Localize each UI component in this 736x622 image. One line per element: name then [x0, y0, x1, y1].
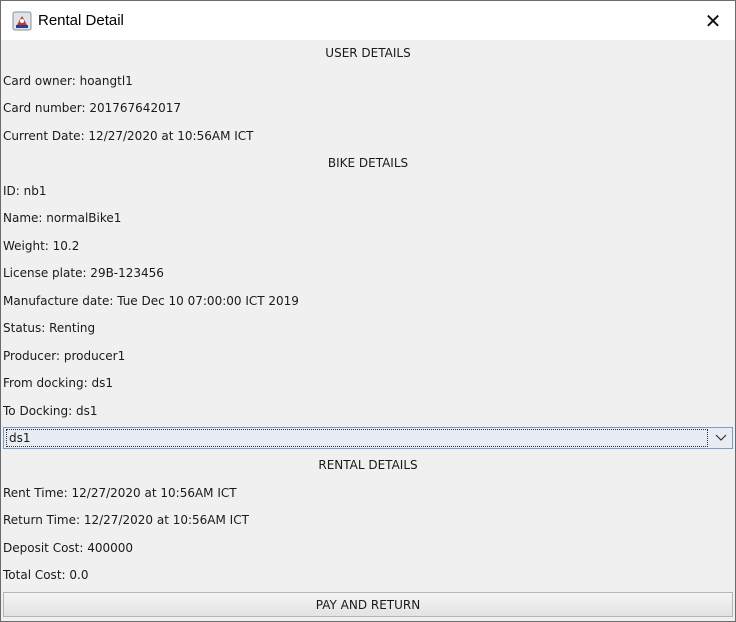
title-bar: Rental Detail ✕ — [1, 1, 735, 40]
from-docking-label: From docking: ds1 — [3, 376, 113, 390]
java-app-icon — [12, 11, 32, 31]
status-label: Status: Renting — [3, 321, 96, 335]
return-time-label: Return Time: 12/27/2020 at 10:56AM ICT — [3, 513, 249, 527]
producer-label: Producer: producer1 — [3, 348, 126, 363]
card-number-label: Card number: 201767642017 — [3, 101, 181, 115]
close-icon: ✕ — [704, 8, 722, 33]
bike-id-label: ID: nb1 — [3, 183, 47, 198]
rental-details-heading: RENTAL DETAILS — [318, 458, 418, 472]
rental-detail-content: USER DETAILS Card owner: hoangtl1 Card n… — [1, 40, 735, 621]
to-docking-label: To Docking: ds1 — [3, 403, 98, 418]
pay-and-return-button[interactable]: PAY AND RETURN — [3, 592, 733, 617]
bike-details-heading: BIKE DETAILS — [327, 156, 409, 170]
chevron-down-icon[interactable] — [710, 428, 732, 448]
deposit-cost-label: Deposit Cost: 400000 — [3, 540, 134, 555]
license-plate-label: License plate: 29B-123456 — [3, 266, 164, 280]
total-cost-label: Total Cost: 0.0 — [3, 568, 89, 582]
manufacture-date-label: Manufacture date: Tue Dec 10 07:00:00 IC… — [3, 293, 299, 308]
bike-weight-label: Weight: 10.2 — [3, 238, 80, 253]
window-title: Rental Detail — [38, 12, 124, 29]
bike-name-label: Name: normalBike1 — [3, 211, 122, 225]
user-details-heading: USER DETAILS — [325, 46, 411, 60]
current-date-label: Current Date: 12/27/2020 at 10:56AM ICT — [3, 128, 254, 143]
card-owner-label: Card owner: hoangtl1 — [3, 73, 133, 88]
close-button[interactable]: ✕ — [691, 1, 735, 40]
rental-detail-window: Rental Detail ✕ USER DETAILS Card owner:… — [0, 0, 736, 622]
docking-station-selected-value: ds1 — [6, 429, 708, 447]
rent-time-label: Rent Time: 12/27/2020 at 10:56AM ICT — [3, 485, 237, 500]
docking-station-select[interactable]: ds1 — [3, 427, 733, 449]
